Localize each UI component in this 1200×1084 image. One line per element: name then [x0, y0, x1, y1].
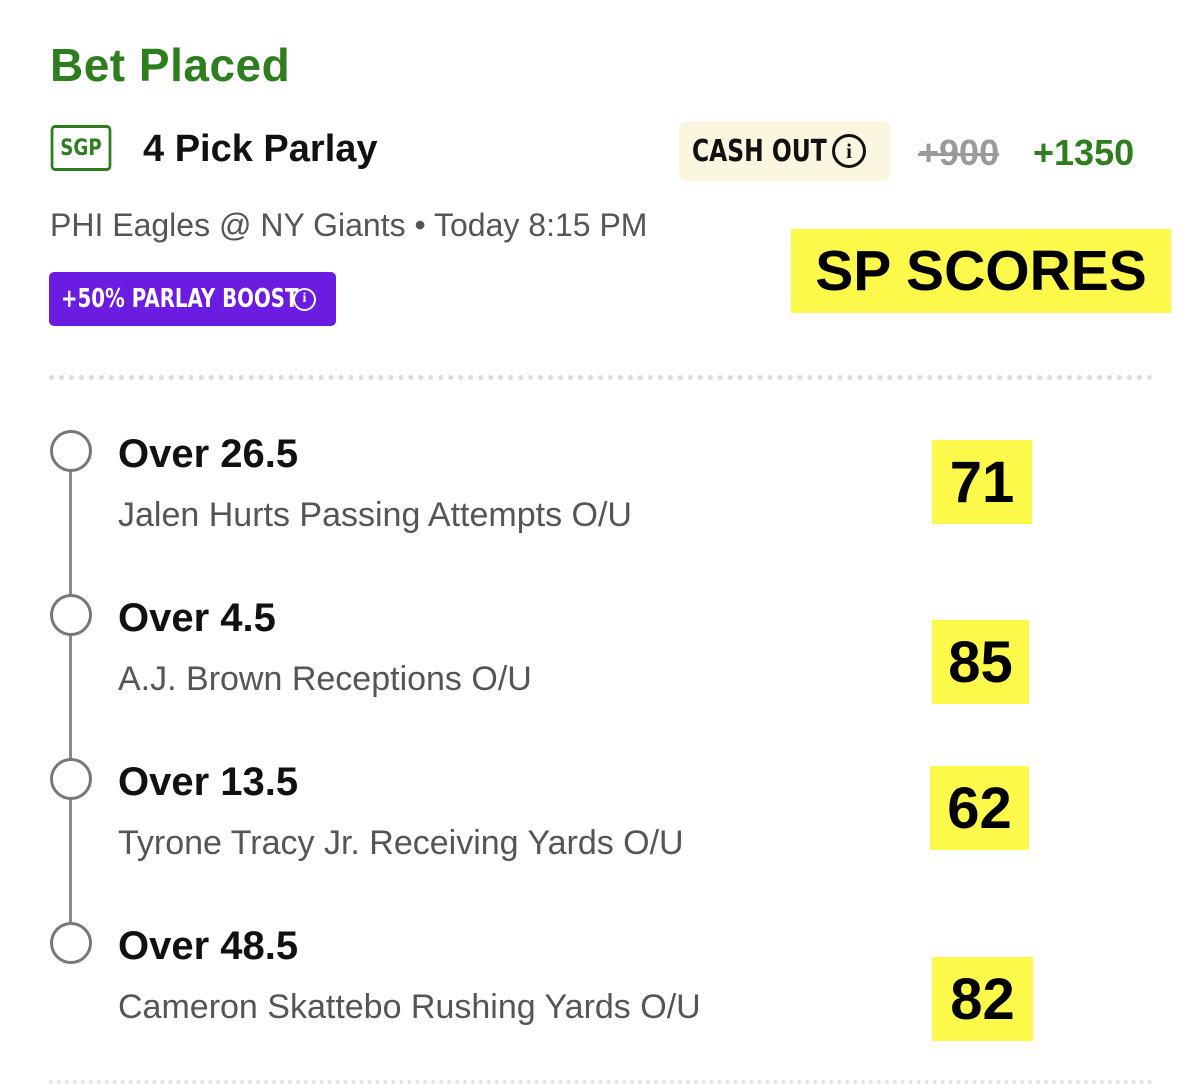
legs-timeline-line [69, 470, 72, 922]
original-odds: +900 [918, 132, 1000, 173]
leg-status-circle-icon [50, 758, 92, 800]
section-divider [49, 1080, 1153, 1084]
leg-pick: Over 4.5 [118, 596, 276, 640]
leg-status-circle-icon [50, 922, 92, 964]
info-icon[interactable]: i [832, 134, 866, 168]
section-divider [49, 375, 1153, 380]
leg-market: Jalen Hurts Passing Attempts O/U [118, 496, 632, 534]
leg-market: A.J. Brown Receptions O/U [118, 660, 532, 698]
game-matchup: PHI Eagles @ NY Giants • Today 8:15 PM [50, 207, 648, 243]
cash-out-label: CASH OUT [692, 133, 827, 169]
leg-pick: Over 26.5 [118, 432, 299, 476]
leg-status-circle-icon [50, 594, 92, 636]
leg-score: 82 [932, 957, 1033, 1041]
parlay-boost-label: +50% PARLAY BOOST [61, 284, 299, 314]
leg-score: 62 [930, 766, 1029, 850]
boosted-odds: +1350 [1033, 132, 1135, 173]
sp-scores-overlay: SP SCORES [791, 229, 1171, 313]
cash-out-button[interactable]: CASH OUT i [679, 121, 891, 181]
leg-pick: Over 48.5 [118, 924, 299, 968]
leg-market: Tyrone Tracy Jr. Receiving Yards O/U [118, 824, 684, 862]
leg-status-circle-icon [50, 430, 92, 472]
leg-score: 85 [932, 620, 1029, 704]
leg-pick: Over 13.5 [118, 760, 299, 804]
sgp-badge: SGP [50, 125, 112, 171]
leg-score: 71 [932, 440, 1032, 524]
parlay-title: 4 Pick Parlay [143, 128, 378, 170]
parlay-boost-badge[interactable]: +50% PARLAY BOOST i [49, 272, 336, 326]
leg-market: Cameron Skattebo Rushing Yards O/U [118, 988, 701, 1026]
bet-slip: Bet Placed SGP 4 Pick Parlay CASH OUT i … [0, 0, 1200, 1084]
bet-status-title: Bet Placed [50, 39, 291, 91]
